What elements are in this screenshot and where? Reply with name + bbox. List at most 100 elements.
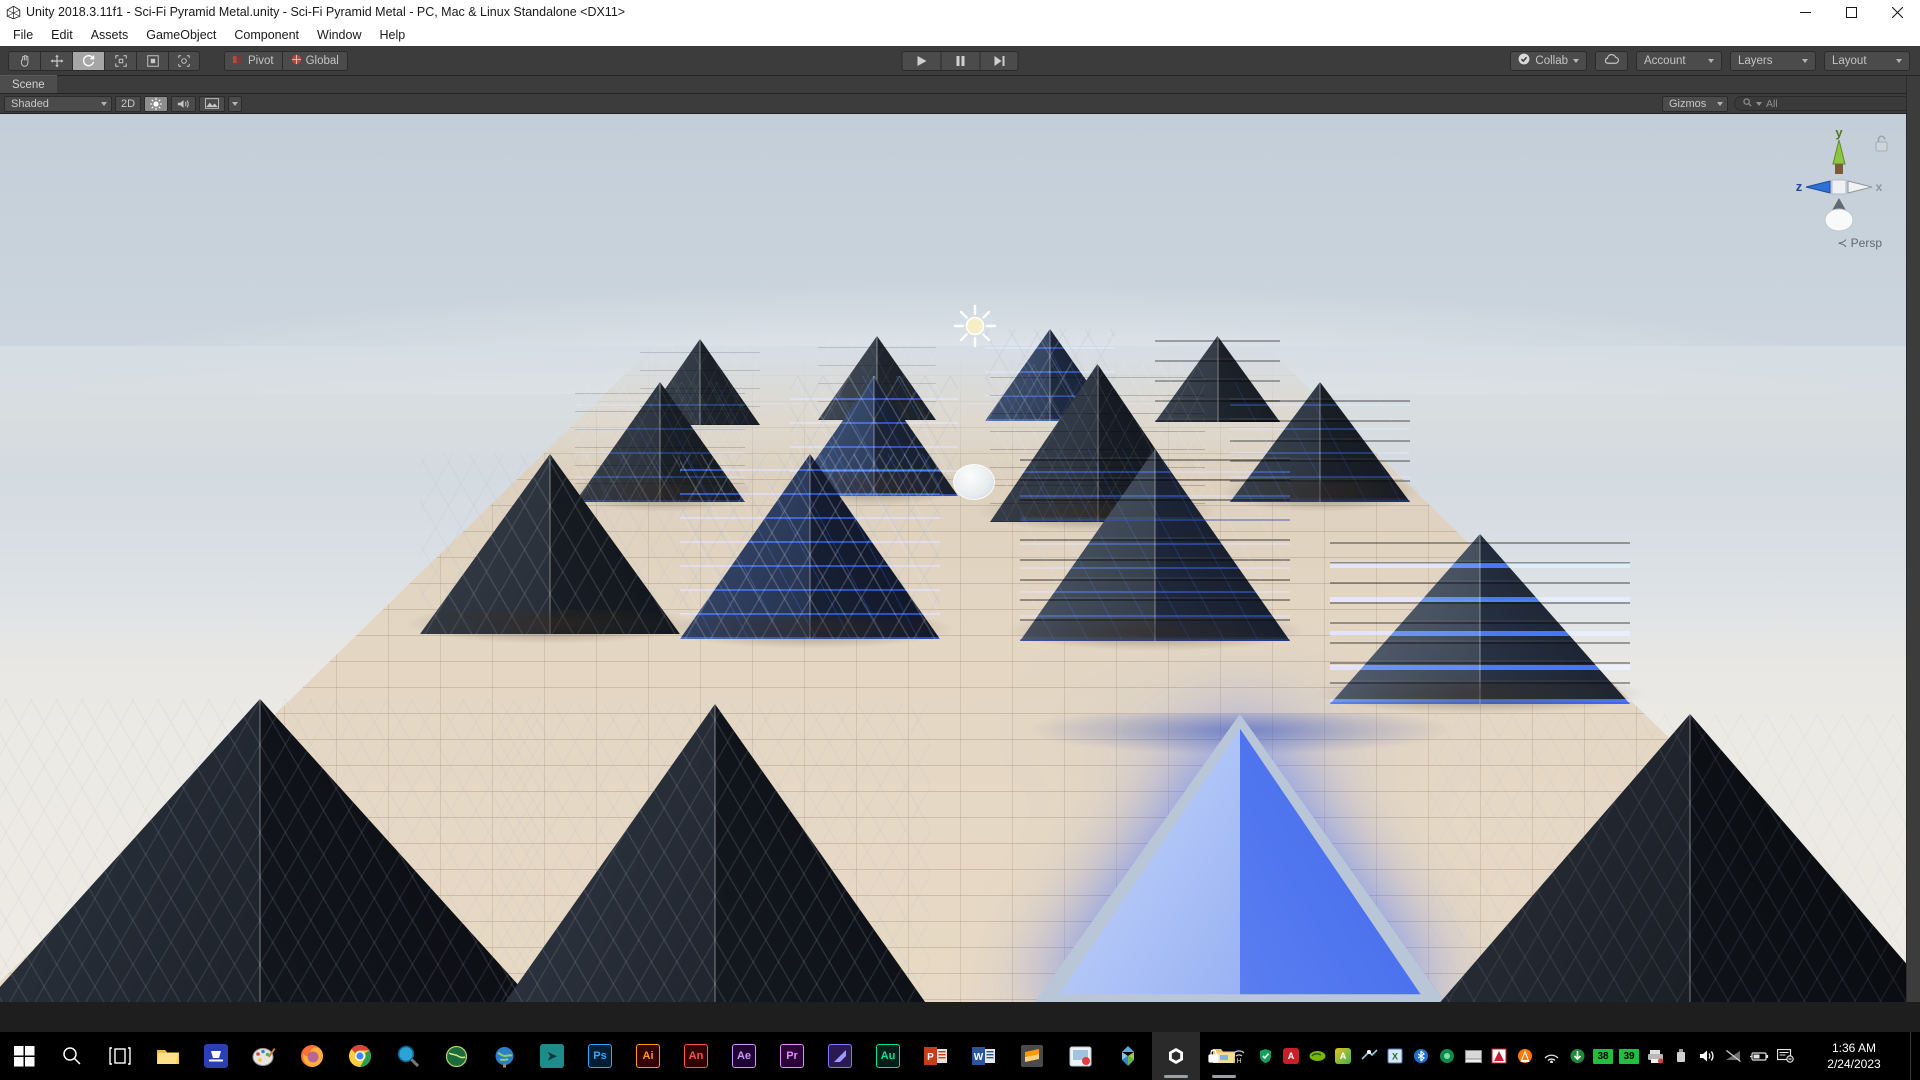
draw-mode-dropdown[interactable]: Shaded — [4, 96, 112, 112]
pyramid-hero-emissive[interactable] — [1030, 714, 1450, 1002]
collab-button[interactable]: Collab — [1510, 51, 1587, 71]
projection-mode-label[interactable]: ≺ Persp — [1837, 236, 1882, 250]
step-button[interactable] — [980, 51, 1019, 71]
pyramid-r4-c4[interactable] — [1430, 714, 1920, 1002]
rotate-tool-button[interactable] — [72, 51, 104, 71]
premiere-icon[interactable]: Pr — [768, 1032, 816, 1080]
pyramid-r3-c2[interactable] — [680, 454, 940, 639]
toggle-lighting-button[interactable] — [144, 96, 168, 112]
touchpad-icon[interactable] — [1460, 1032, 1486, 1080]
scanner-icon[interactable] — [192, 1032, 240, 1080]
pyramid-r4-c2[interactable] — [500, 704, 930, 1002]
paint-icon[interactable] — [240, 1032, 288, 1080]
scale-tool-button[interactable] — [104, 51, 136, 71]
menu-assets[interactable]: Assets — [82, 26, 138, 44]
pivot-toggle[interactable]: Pivot — [224, 51, 282, 71]
bluetooth-hub-icon[interactable] — [1408, 1032, 1434, 1080]
search-icon[interactable] — [48, 1032, 96, 1080]
axis-label-x: x — [1876, 180, 1883, 194]
acrobat-icon[interactable] — [1486, 1032, 1512, 1080]
globe-blue-icon[interactable] — [432, 1032, 480, 1080]
menu-component[interactable]: Component — [225, 26, 308, 44]
effects-dropdown-arrow[interactable] — [228, 96, 242, 112]
network-signal-icon[interactable] — [1538, 1032, 1564, 1080]
battery-icon[interactable] — [1746, 1032, 1772, 1080]
autodesk-icon[interactable]: A — [1330, 1032, 1356, 1080]
directional-light-gizmo[interactable] — [953, 304, 997, 348]
magnifier-icon[interactable] — [384, 1032, 432, 1080]
gpu-temp-badge[interactable]: 39 — [1616, 1032, 1642, 1080]
global-toggle[interactable]: Global — [282, 51, 348, 71]
sublime-icon[interactable] — [1008, 1032, 1056, 1080]
security-shield-icon[interactable] — [1252, 1032, 1278, 1080]
windows-start-icon[interactable] — [0, 1032, 48, 1080]
pyramid-r3-c4-stepped[interactable] — [1330, 534, 1630, 704]
disk-icon[interactable] — [1434, 1032, 1460, 1080]
layers-dropdown[interactable]: Layers — [1730, 51, 1816, 71]
menu-file[interactable]: File — [4, 26, 42, 44]
word-icon[interactable]: W — [960, 1032, 1008, 1080]
pyramid-r3-c3[interactable] — [1020, 449, 1290, 641]
visual-studio-icon[interactable] — [1104, 1032, 1152, 1080]
file-explorer-icon[interactable] — [144, 1032, 192, 1080]
menu-gameobject[interactable]: GameObject — [137, 26, 225, 44]
tab-scene[interactable]: Scene — [0, 75, 57, 93]
usb-icon[interactable] — [1668, 1032, 1694, 1080]
firefox-icon[interactable] — [288, 1032, 336, 1080]
play-button[interactable] — [902, 51, 941, 71]
screen-recorder-icon[interactable] — [1056, 1032, 1104, 1080]
hand-tool-button[interactable] — [8, 51, 40, 71]
substance-icon[interactable]: ➤ — [528, 1032, 576, 1080]
pyramid-r3-c1[interactable] — [420, 454, 680, 634]
volume-icon[interactable] — [1694, 1032, 1720, 1080]
close-button[interactable] — [1874, 0, 1920, 24]
minimize-button[interactable] — [1782, 0, 1828, 24]
pause-button[interactable] — [941, 51, 980, 71]
pyramid-r4-c1[interactable] — [0, 699, 540, 1002]
vpn-lock-icon[interactable] — [1200, 1032, 1226, 1080]
scene-axis-gizmo[interactable]: y z x — [1780, 124, 1898, 250]
powerpoint-icon[interactable]: P — [912, 1032, 960, 1080]
earth-icon[interactable] — [480, 1032, 528, 1080]
show-desktop-button[interactable] — [1910, 1032, 1920, 1080]
action-center-icon[interactable] — [1772, 1032, 1798, 1080]
idm-icon[interactable] — [1564, 1032, 1590, 1080]
hotspot-icon[interactable]: H — [1226, 1032, 1252, 1080]
toggle-audio-button[interactable] — [171, 96, 196, 112]
menu-edit[interactable]: Edit — [42, 26, 82, 44]
scene-viewport[interactable]: y z x — [0, 114, 1920, 1002]
menu-window[interactable]: Window — [308, 26, 370, 44]
audition-icon[interactable]: Au — [864, 1032, 912, 1080]
excel-addin-icon[interactable]: X — [1382, 1032, 1408, 1080]
adobe-icon[interactable]: A — [1278, 1032, 1304, 1080]
taskbar-clock[interactable]: 1:36 AM 2/24/2023 — [1798, 1032, 1910, 1080]
menu-help[interactable]: Help — [370, 26, 414, 44]
cpu-temp-badge[interactable]: 38 — [1590, 1032, 1616, 1080]
toggle-2d-button[interactable]: 2D — [115, 96, 141, 112]
network-off-icon[interactable] — [1720, 1032, 1746, 1080]
task-view-icon[interactable] — [96, 1032, 144, 1080]
layout-dropdown[interactable]: Layout — [1824, 51, 1910, 71]
rect-tool-button[interactable] — [136, 51, 168, 71]
gizmos-dropdown[interactable]: Gizmos — [1662, 96, 1728, 112]
tray-overflow-chevron[interactable] — [1190, 1032, 1200, 1080]
chrome-icon[interactable] — [336, 1032, 384, 1080]
photoshop-icon[interactable]: Ps — [576, 1032, 624, 1080]
maximize-button[interactable] — [1828, 0, 1874, 24]
animate-icon[interactable]: An — [672, 1032, 720, 1080]
illustrator-icon[interactable]: Ai — [624, 1032, 672, 1080]
cloud-button[interactable] — [1595, 51, 1628, 71]
scene-search-input[interactable]: All — [1734, 96, 1914, 111]
scene-right-strip[interactable] — [1906, 76, 1920, 1002]
toggle-effects-button[interactable] — [199, 96, 225, 112]
printer-icon[interactable] — [1642, 1032, 1668, 1080]
account-dropdown[interactable]: Account — [1636, 51, 1722, 71]
nvidia-icon[interactable] — [1304, 1032, 1330, 1080]
indesign-icon[interactable] — [816, 1032, 864, 1080]
move-tool-button[interactable] — [40, 51, 72, 71]
reflection-probe-gizmo[interactable] — [953, 464, 995, 500]
avast-icon[interactable] — [1512, 1032, 1538, 1080]
aftereffects-icon[interactable]: Ae — [720, 1032, 768, 1080]
mouse-driver-icon[interactable] — [1356, 1032, 1382, 1080]
transform-tool-button[interactable] — [168, 51, 200, 71]
